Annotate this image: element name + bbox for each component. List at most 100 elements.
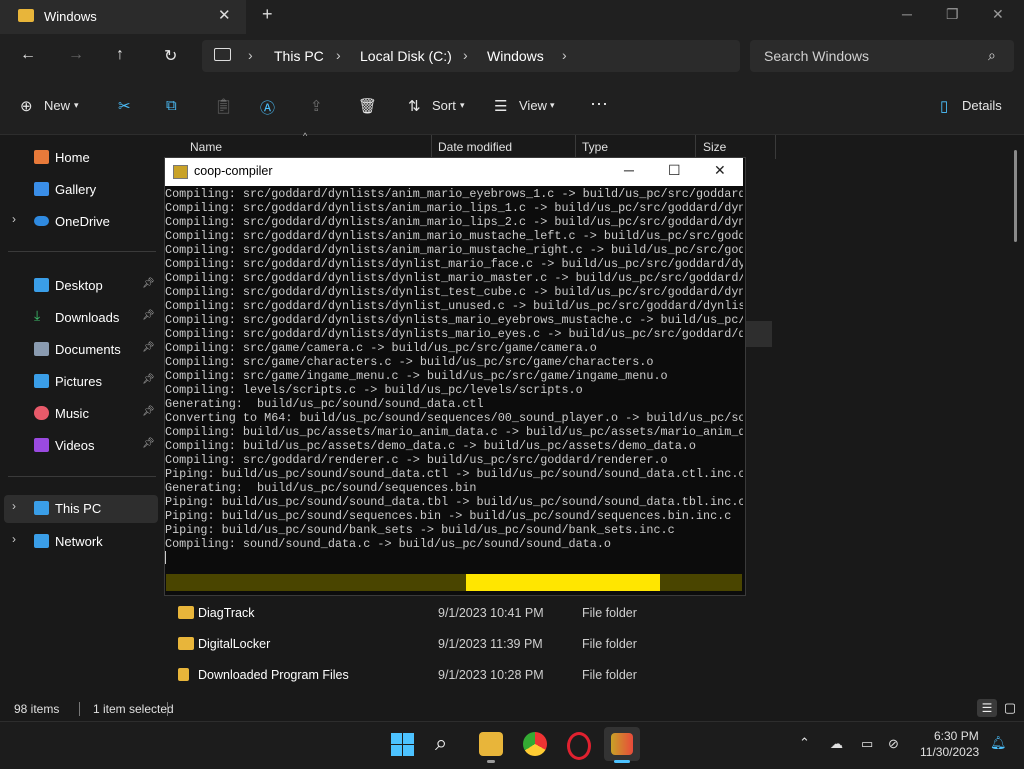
chevron-right-icon[interactable]: › [12, 212, 16, 226]
pin-icon[interactable]: 📌︎ [142, 406, 155, 417]
minimize-icon[interactable]: ─ [624, 162, 634, 178]
desktop-icon [34, 278, 49, 292]
console-line: Compiling: levels/scripts.c -> build/us_… [165, 383, 583, 397]
back-arrow-icon[interactable]: ← [20, 46, 36, 64]
pin-icon[interactable]: 📌︎ [142, 310, 155, 321]
chevron-up-icon[interactable]: ⌃ [799, 735, 810, 751]
details-button[interactable]: Details [962, 98, 1002, 113]
selected-row-highlight[interactable] [744, 321, 772, 347]
breadcrumb-windows[interactable]: Windows [487, 48, 544, 64]
nav-item-home[interactable]: Home [0, 144, 158, 172]
delete-icon[interactable]: 🗑︎ [358, 97, 377, 115]
column-header-date[interactable]: Date modified [438, 140, 512, 154]
tiles-view-icon[interactable]: ▢ [1001, 699, 1019, 717]
console-line: Compiling: src/game/camera.c -> build/us… [165, 341, 597, 355]
windows-start-icon[interactable] [391, 733, 414, 756]
refresh-icon[interactable]: ↻ [164, 46, 177, 66]
maximize-icon[interactable]: ☐ [668, 162, 681, 179]
nav-item-gallery[interactable]: Gallery [0, 176, 158, 204]
column-divider[interactable] [431, 135, 432, 159]
onedrive-tray-icon[interactable]: ☁ [830, 736, 843, 752]
cut-icon[interactable]: ✂ [118, 97, 131, 115]
nav-item-desktop[interactable]: Desktop 📌︎ [0, 272, 158, 300]
notification-bell-icon[interactable]: 🔔︎ [990, 735, 1007, 751]
rename-icon[interactable]: Ⓐ [260, 97, 275, 118]
opera-icon[interactable] [567, 732, 591, 760]
nav-label: Music [55, 406, 89, 421]
gallery-icon [34, 182, 49, 196]
new-icon[interactable]: ⊕ [20, 97, 33, 115]
console-line: Compiling: src/goddard/dynlists/anim_mar… [165, 201, 743, 215]
search-icon[interactable]: ⌕ [435, 730, 447, 756]
clock-time[interactable]: 6:30 PM [934, 729, 979, 743]
nav-item-documents[interactable]: Documents 📌︎ [0, 336, 158, 364]
chrome-icon[interactable] [523, 732, 547, 756]
search-icon[interactable]: ⌕ [988, 47, 996, 64]
file-explorer-icon[interactable] [479, 732, 503, 756]
file-type: File folder [582, 606, 637, 620]
chevron-right-icon[interactable]: › [12, 532, 16, 546]
forward-arrow-icon[interactable]: → [68, 46, 84, 64]
nav-item-onedrive[interactable]: › OneDrive [0, 208, 158, 236]
sort-icon[interactable]: ⇅ [408, 97, 421, 115]
view-icon[interactable]: ☰ [494, 97, 507, 115]
tab-title: Windows [44, 9, 97, 24]
nav-label: Videos [55, 438, 95, 453]
display-icon[interactable]: ▭ [861, 736, 873, 752]
column-header-type[interactable]: Type [582, 140, 608, 154]
close-window-icon[interactable]: ✕ [992, 6, 1004, 23]
console-output[interactable]: Compiling: src/goddard/dynlists/anim_mar… [165, 187, 743, 573]
copy-icon[interactable]: ⧉ [166, 97, 177, 114]
chevron-right-icon[interactable]: › [248, 47, 253, 63]
nav-item-this-pc[interactable]: › This PC [4, 495, 158, 523]
close-tab-icon[interactable]: ✕ [218, 6, 231, 24]
new-tab-icon[interactable]: + [262, 4, 273, 25]
view-button[interactable]: View [519, 98, 547, 113]
chevron-right-icon[interactable]: › [463, 47, 468, 63]
close-icon[interactable]: ✕ [714, 162, 726, 179]
more-options-icon[interactable]: ⋯ [590, 94, 608, 115]
pin-icon[interactable]: 📌︎ [142, 278, 155, 289]
column-header-name[interactable]: Name [190, 140, 222, 154]
up-arrow-icon[interactable]: ↑ [116, 46, 124, 64]
paste-icon[interactable]: 📋︎ [214, 97, 233, 115]
details-view-icon[interactable]: ☰ [977, 699, 997, 717]
console-line: Compiling: src/goddard/dynlists/dynlist_… [165, 299, 743, 313]
clock-date[interactable]: 11/30/2023 [920, 745, 979, 759]
chevron-right-icon[interactable]: › [12, 499, 16, 513]
tab-windows[interactable] [0, 0, 246, 34]
nav-item-pictures[interactable]: Pictures 📌︎ [0, 368, 158, 396]
column-header-size[interactable]: Size [703, 140, 726, 154]
table-row[interactable]: Downloaded Program Files 9/1/2023 10:28 … [0, 660, 1024, 690]
details-pane-icon[interactable]: ▯ [940, 97, 948, 115]
nav-item-downloads[interactable]: ⤓ Downloads 📌︎ [0, 304, 158, 332]
chevron-right-icon[interactable]: › [562, 47, 567, 63]
chevron-right-icon[interactable]: › [336, 47, 341, 63]
column-divider[interactable] [695, 135, 696, 159]
console-line: Compiling: src/goddard/dynlists/dynlists… [165, 327, 743, 341]
nav-item-videos[interactable]: Videos 📌︎ [0, 432, 158, 460]
pin-icon[interactable]: 📌︎ [142, 438, 155, 449]
breadcrumb-local-disk[interactable]: Local Disk (C:) [360, 48, 452, 64]
table-row[interactable]: DiagTrack 9/1/2023 10:41 PM File folder [0, 598, 1024, 628]
file-name: Downloaded Program Files [198, 668, 349, 682]
pin-icon[interactable]: 📌︎ [142, 374, 155, 385]
column-divider[interactable] [775, 135, 776, 159]
file-name: DigitalLocker [198, 637, 271, 651]
minimize-icon[interactable]: ─ [902, 6, 912, 22]
restore-icon[interactable]: ❐ [946, 6, 959, 23]
breadcrumb-this-pc[interactable]: This PC [274, 48, 324, 64]
sort-button[interactable]: Sort [432, 98, 456, 113]
new-button[interactable]: New [44, 98, 70, 113]
share-icon[interactable]: ⇪ [310, 97, 323, 115]
console-line: Piping: build/us_pc/sound/bank_sets -> b… [165, 523, 675, 537]
vertical-scrollbar[interactable] [1014, 150, 1017, 242]
nav-item-network[interactable]: › Network [0, 528, 158, 556]
download-icon: ⤓ [34, 307, 41, 323]
column-divider[interactable] [575, 135, 576, 159]
pin-icon[interactable]: 📌︎ [142, 342, 155, 353]
table-row[interactable]: DigitalLocker 9/1/2023 11:39 PM File fol… [0, 629, 1024, 659]
folder-icon [178, 606, 194, 619]
volume-muted-icon[interactable]: ⊘ [888, 736, 899, 752]
nav-item-music[interactable]: Music 📌︎ [0, 400, 158, 428]
